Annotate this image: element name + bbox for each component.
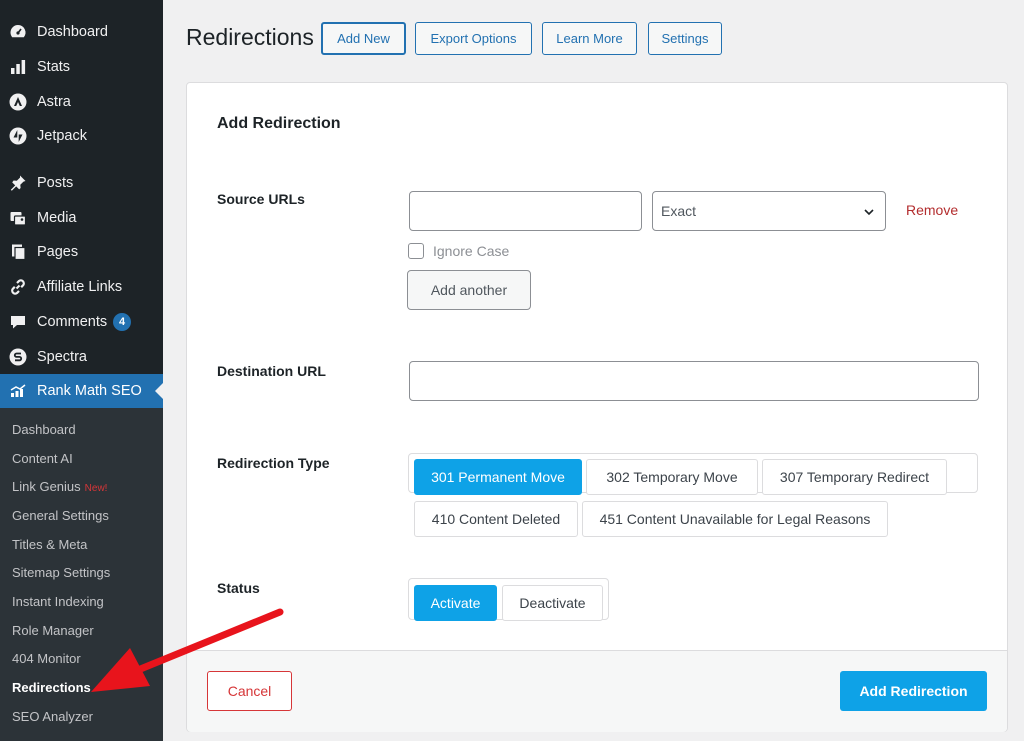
menu-item-spectra[interactable]: Spectra xyxy=(0,340,163,374)
ignore-case-checkbox[interactable] xyxy=(408,243,424,259)
redirection-type-label: Redirection Type xyxy=(217,455,330,471)
rank-math-icon xyxy=(9,382,27,400)
source-url-input[interactable] xyxy=(409,191,642,231)
submenu-item-role-manager[interactable]: Role Manager xyxy=(12,621,94,641)
menu-item-comments[interactable]: Comments 4 xyxy=(0,305,163,339)
annotation-arrow-icon xyxy=(91,608,284,692)
menu-label: Spectra xyxy=(37,349,87,365)
add-another-button[interactable]: Add another xyxy=(407,270,531,310)
media-icon xyxy=(9,209,27,227)
submenu-item-link-genius[interactable]: Link Genius New! xyxy=(12,477,107,497)
jetpack-icon xyxy=(9,127,27,145)
type-option-307[interactable]: 307 Temporary Redirect xyxy=(762,459,947,495)
menu-label: Jetpack xyxy=(37,128,87,144)
spectra-icon xyxy=(9,348,27,366)
source-urls-label: Source URLs xyxy=(217,191,305,207)
chevron-down-icon xyxy=(863,205,875,221)
menu-label: Astra xyxy=(37,94,71,110)
destination-url-label: Destination URL xyxy=(217,363,326,379)
pages-icon xyxy=(9,243,27,261)
destination-url-input[interactable] xyxy=(409,361,979,401)
type-option-451[interactable]: 451 Content Unavailable for Legal Reason… xyxy=(582,501,888,537)
export-options-button[interactable]: Export Options xyxy=(415,22,532,55)
menu-label: Pages xyxy=(37,244,79,260)
menu-item-jetpack[interactable]: Jetpack xyxy=(0,119,163,153)
astra-icon xyxy=(9,93,27,111)
menu-label: Stats xyxy=(37,59,71,75)
submenu-item-general-settings[interactable]: General Settings xyxy=(12,506,109,526)
match-type-select[interactable]: Exact xyxy=(652,191,886,231)
ignore-case-label: Ignore Case xyxy=(433,243,510,259)
menu-label: Posts xyxy=(37,175,74,191)
remove-source-link[interactable]: Remove xyxy=(906,202,958,218)
add-redirection-card: Add Redirection Source URLs Exact Remove… xyxy=(186,82,1008,732)
form-title: Add Redirection xyxy=(217,115,341,132)
pin-icon xyxy=(9,174,27,192)
learn-more-button[interactable]: Learn More xyxy=(542,22,637,55)
match-type-value: Exact xyxy=(661,203,697,219)
menu-label: Rank Math SEO xyxy=(37,383,142,399)
status-option-deactivate[interactable]: Deactivate xyxy=(502,585,603,621)
link-icon xyxy=(9,278,27,296)
menu-label: Comments xyxy=(37,314,108,330)
dashboard-icon xyxy=(9,23,27,41)
submenu-item-titles-meta[interactable]: Titles & Meta xyxy=(12,535,87,555)
submenu-label: Link Genius xyxy=(12,479,81,494)
menu-label: Dashboard xyxy=(37,24,108,40)
menu-item-media[interactable]: Media xyxy=(0,201,163,235)
submenu-item-sitemap-settings[interactable]: Sitemap Settings xyxy=(12,563,110,583)
comment-icon xyxy=(9,313,27,331)
type-option-301[interactable]: 301 Permanent Move xyxy=(414,459,582,495)
comment-count-badge: 4 xyxy=(113,313,132,331)
card-footer: Cancel Add Redirection xyxy=(187,650,1007,732)
type-option-410[interactable]: 410 Content Deleted xyxy=(414,501,578,537)
menu-item-dashboard[interactable]: Dashboard xyxy=(0,15,163,49)
menu-item-stats[interactable]: Stats xyxy=(0,50,163,84)
settings-button[interactable]: Settings xyxy=(648,22,722,55)
type-option-302[interactable]: 302 Temporary Move xyxy=(586,459,758,495)
add-redirection-button[interactable]: Add Redirection xyxy=(840,671,987,711)
add-new-button[interactable]: Add New xyxy=(321,22,406,55)
submenu-item-404-monitor[interactable]: 404 Monitor xyxy=(12,649,81,669)
stats-icon xyxy=(9,58,27,76)
menu-item-posts[interactable]: Posts xyxy=(0,166,163,200)
submenu-item-seo-analyzer[interactable]: SEO Analyzer xyxy=(12,707,93,727)
status-option-activate[interactable]: Activate xyxy=(414,585,497,621)
status-label: Status xyxy=(217,580,260,596)
new-tag: New! xyxy=(84,483,108,494)
menu-item-affiliate-links[interactable]: Affiliate Links xyxy=(0,270,163,304)
submenu-item-dashboard[interactable]: Dashboard xyxy=(12,420,76,440)
menu-label: Affiliate Links xyxy=(37,279,123,295)
menu-item-pages[interactable]: Pages xyxy=(0,235,163,269)
submenu-item-content-ai[interactable]: Content AI xyxy=(12,449,73,469)
menu-item-astra[interactable]: Astra xyxy=(0,85,163,119)
menu-item-rank-math-seo[interactable]: Rank Math SEO xyxy=(0,374,163,408)
menu-label: Media xyxy=(37,210,77,226)
submenu-item-redirections[interactable]: Redirections xyxy=(12,678,91,698)
page-title: Redirections xyxy=(186,24,314,50)
